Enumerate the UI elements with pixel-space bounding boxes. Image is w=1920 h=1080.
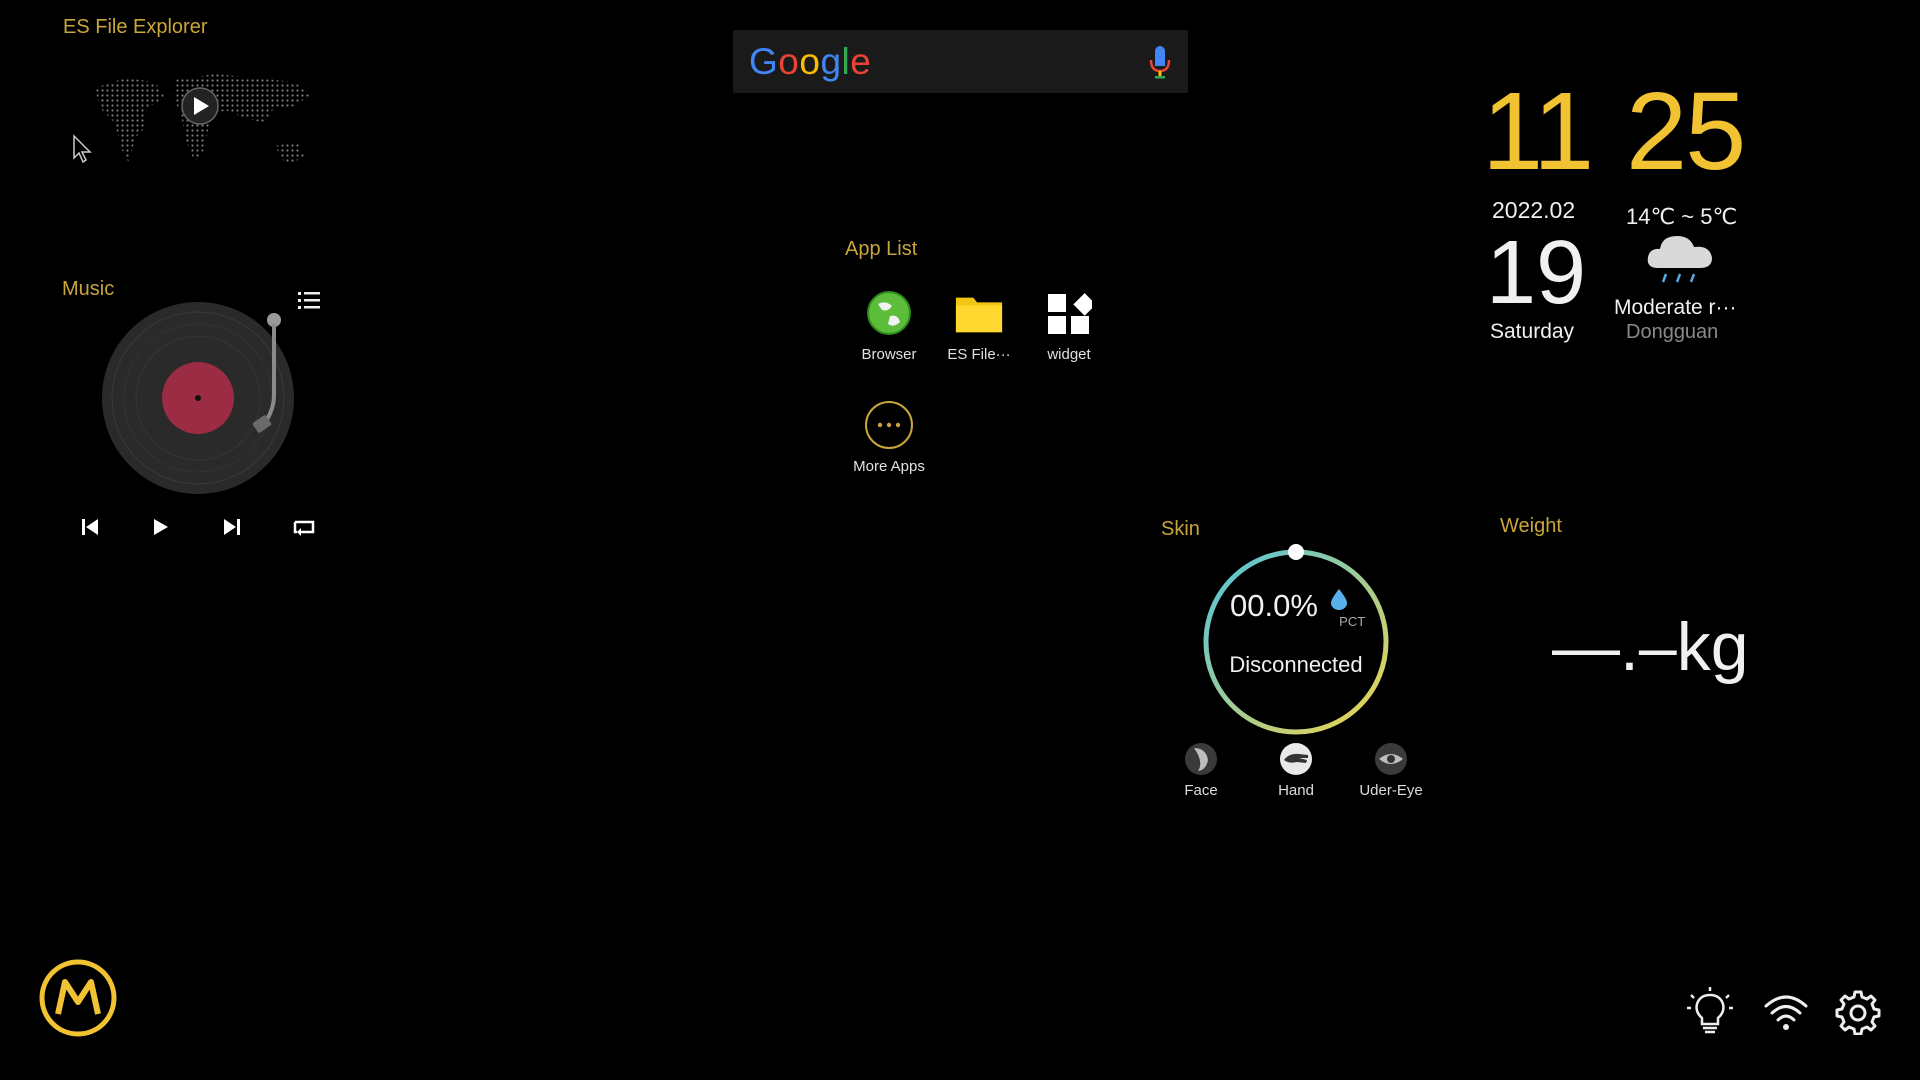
skip-previous-icon xyxy=(82,519,98,535)
play-button[interactable] xyxy=(144,514,176,540)
skin-title: Skin xyxy=(1161,518,1200,540)
water-drop-icon xyxy=(1330,589,1347,610)
mouse-pointer-icon xyxy=(73,134,92,164)
tonearm-image xyxy=(252,313,281,433)
google-logo: Google xyxy=(749,40,872,82)
face-icon xyxy=(1185,743,1217,775)
wifi-icon xyxy=(1764,995,1808,1030)
es-widget-title: ES File Explorer xyxy=(63,16,208,38)
globe-icon xyxy=(864,288,914,338)
skip-next-icon xyxy=(224,519,240,535)
lightbulb-icon xyxy=(1687,987,1733,1034)
app-label: More Apps xyxy=(853,458,925,475)
settings-button[interactable] xyxy=(1830,984,1886,1040)
hand-icon xyxy=(1280,743,1312,775)
more-dots-icon xyxy=(864,400,914,450)
app-label: Browser xyxy=(861,346,917,363)
previous-button[interactable] xyxy=(74,514,106,540)
playlist-icon[interactable] xyxy=(298,290,322,312)
skin-unit: PCT xyxy=(1339,614,1366,629)
skin-percentage: 00.0% PCT xyxy=(1230,588,1383,629)
weather-description: Moderate r··· xyxy=(1614,296,1737,319)
skin-mode-label: Uder-Eye xyxy=(1359,782,1423,799)
skin-percent-value: 00.0% xyxy=(1230,588,1318,623)
launcher-logo-button[interactable] xyxy=(38,958,118,1038)
app-es-file[interactable]: ES File··· xyxy=(934,288,1024,363)
app-list-title: App List xyxy=(845,238,918,260)
clock-minute: 25 xyxy=(1626,70,1746,193)
clock-hour: 11 xyxy=(1482,70,1594,193)
music-title: Music xyxy=(62,278,115,300)
repeat-icon xyxy=(293,520,315,536)
skin-mode-hand[interactable]: Hand xyxy=(1256,742,1336,799)
google-search-bar[interactable]: Google xyxy=(733,30,1188,93)
app-label: ES File··· xyxy=(947,346,1011,363)
ring-knob xyxy=(1288,544,1304,560)
skin-progress-ring xyxy=(1203,544,1389,735)
app-widget[interactable]: widget xyxy=(1024,288,1114,363)
app-more-apps[interactable]: More Apps xyxy=(844,400,934,475)
repeat-button[interactable] xyxy=(288,514,320,540)
eye-icon xyxy=(1375,743,1407,775)
weather-city: Dongguan xyxy=(1626,321,1719,343)
folder-icon xyxy=(954,288,1004,338)
skin-status: Disconnected xyxy=(1229,652,1363,677)
skin-mode-under-eye[interactable]: Uder-Eye xyxy=(1351,742,1431,799)
weight-title: Weight xyxy=(1500,515,1562,537)
play-icon xyxy=(154,519,168,535)
skin-mode-label: Face xyxy=(1184,782,1218,799)
temperature-range: 14℃ ~ 5℃ xyxy=(1626,204,1738,229)
world-map-image[interactable] xyxy=(85,68,315,176)
date-weekday: Saturday xyxy=(1490,320,1575,343)
app-label: widget xyxy=(1047,346,1091,363)
light-button[interactable] xyxy=(1682,984,1738,1040)
microphone-icon[interactable] xyxy=(1148,45,1172,79)
widget-grid-icon xyxy=(1044,288,1094,338)
gear-icon xyxy=(1835,990,1881,1035)
weight-value: —.–kg xyxy=(1552,609,1749,685)
date-year-month: 2022.02 xyxy=(1492,197,1576,223)
play-icon[interactable] xyxy=(181,87,219,125)
next-button[interactable] xyxy=(216,514,248,540)
date-day: 19 xyxy=(1486,223,1587,323)
skin-mode-label: Hand xyxy=(1278,782,1314,799)
app-browser[interactable]: Browser xyxy=(844,288,934,363)
wifi-button[interactable] xyxy=(1758,984,1814,1040)
skin-mode-face[interactable]: Face xyxy=(1161,742,1241,799)
rain-cloud-icon xyxy=(1647,236,1712,283)
